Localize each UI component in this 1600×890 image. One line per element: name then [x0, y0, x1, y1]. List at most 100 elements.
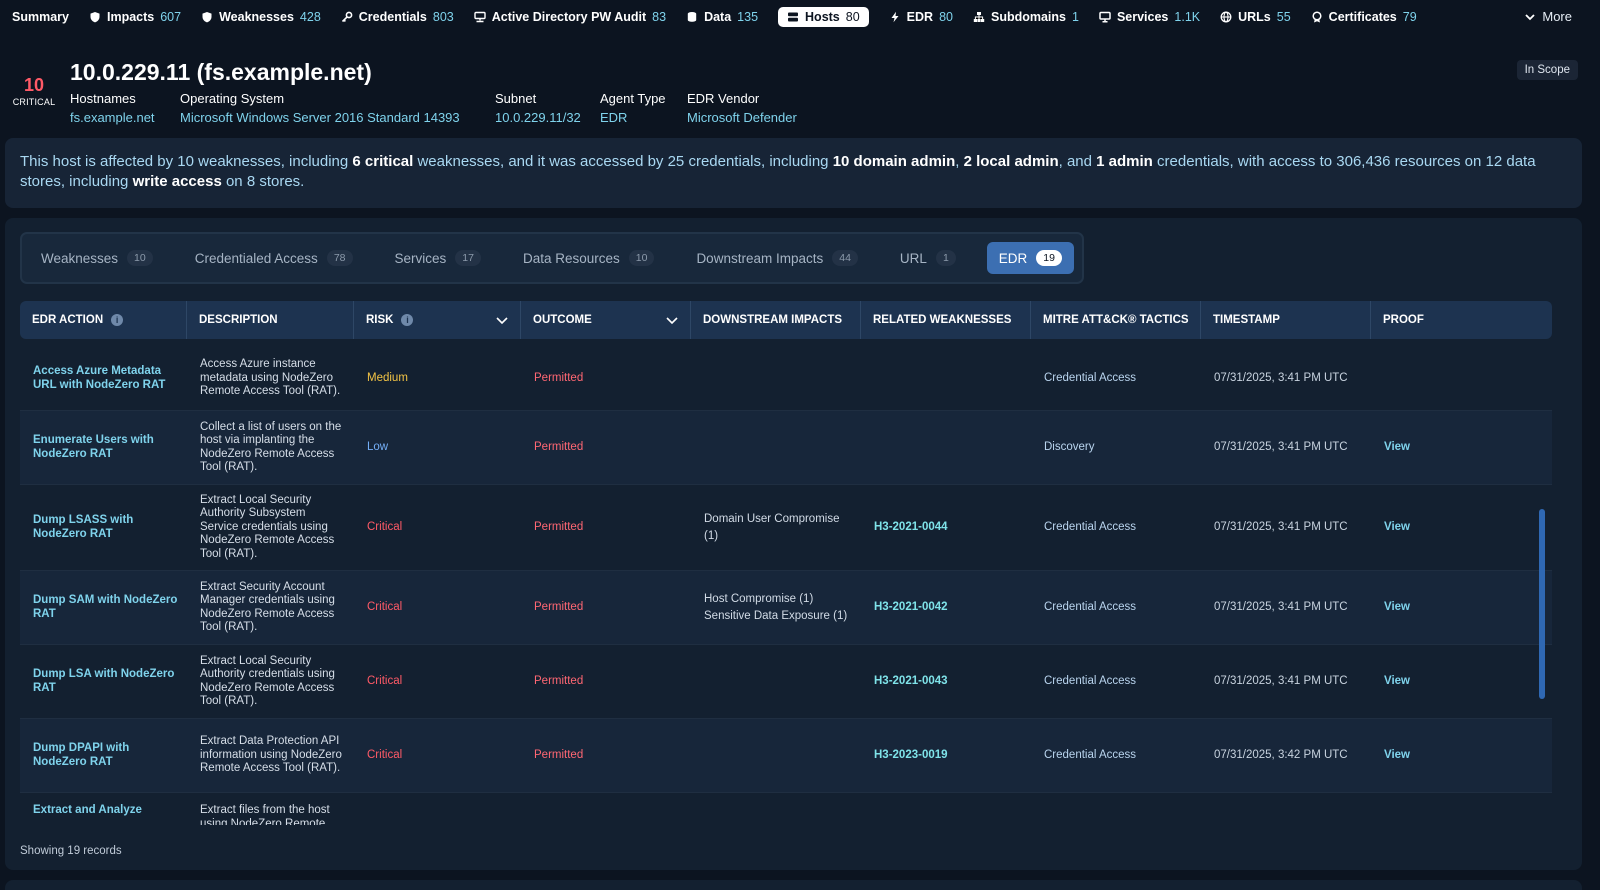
cell-edr-action[interactable]: Dump DPAPI with NodeZero RAT — [20, 719, 187, 792]
col-outcome[interactable]: OUTCOME — [521, 301, 691, 339]
col-related-weaknesses[interactable]: RELATED WEAKNESSES — [861, 301, 1031, 339]
tab-count-badge: 78 — [326, 250, 353, 266]
nav-label: Credentials — [358, 10, 427, 24]
chevron-down-icon[interactable] — [496, 314, 508, 326]
cell-edr-action[interactable]: Dump LSASS with NodeZero RAT — [20, 485, 187, 570]
description-text: Extract Local Security Authority Subsyst… — [200, 493, 335, 560]
proof-view-link[interactable]: View — [1384, 675, 1410, 689]
cell-proof[interactable] — [1371, 347, 1552, 410]
cell-edr-action[interactable]: Dump LSA with NodeZero RAT — [20, 645, 187, 718]
meta-value[interactable]: fs.example.net — [70, 109, 155, 126]
weakness-link[interactable]: H3-2021-0042 — [874, 601, 948, 615]
nav-item-subdomains[interactable]: Subdomains 1 — [973, 10, 1079, 24]
tab-credentialed-access[interactable]: Credentialed Access 78 — [184, 243, 364, 273]
edr-action-link[interactable]: Dump SAM with NodeZero RAT — [33, 594, 179, 621]
table-row[interactable]: Extract and Analyze Extract files from th… — [20, 793, 1552, 825]
cell-related-weakness[interactable]: H3-2023-0019 — [861, 719, 1031, 792]
cell-edr-action[interactable]: Extract and Analyze — [20, 793, 187, 825]
table-row[interactable]: Enumerate Users with NodeZero RAT Collect… — [20, 411, 1552, 485]
cell-proof[interactable]: View — [1371, 571, 1552, 644]
cell-related-weakness[interactable] — [861, 793, 1031, 825]
cell-edr-action[interactable]: Enumerate Users with NodeZero RAT — [20, 411, 187, 484]
more-menu[interactable]: More — [1524, 9, 1572, 24]
tab-downstream-impacts[interactable]: Downstream Impacts 44 — [685, 243, 868, 273]
cell-proof[interactable]: View — [1371, 719, 1552, 792]
tab-data-resources[interactable]: Data Resources 10 — [512, 243, 665, 273]
nav-item-hosts[interactable]: Hosts 80 — [778, 7, 869, 27]
tab-url[interactable]: URL 1 — [889, 243, 967, 273]
edr-action-link[interactable]: Dump LSA with NodeZero RAT — [33, 668, 179, 695]
weakness-link[interactable]: H3-2023-0019 — [874, 749, 948, 763]
nav-item-summary[interactable]: Summary — [12, 10, 69, 24]
chevron-down-icon[interactable] — [666, 314, 678, 326]
nav-item-impacts[interactable]: Impacts 607 — [89, 10, 181, 24]
impact-item[interactable]: Domain User Compromise (1) — [704, 511, 853, 545]
nav-item-active-directory-pw-audit[interactable]: Active Directory PW Audit 83 — [474, 10, 666, 24]
host-summary: This host is affected by 10 weaknesses, … — [5, 138, 1582, 208]
table-row[interactable]: Dump LSA with NodeZero RAT Extract Local … — [20, 645, 1552, 719]
table-row[interactable]: Dump SAM with NodeZero RAT Extract Securi… — [20, 571, 1552, 645]
cell-proof[interactable]: View — [1371, 411, 1552, 484]
weakness-link[interactable]: H3-2021-0043 — [874, 675, 948, 689]
proof-view-link[interactable]: View — [1384, 749, 1410, 763]
nav-item-credentials[interactable]: Credentials 803 — [341, 10, 454, 24]
cell-outcome — [521, 793, 691, 825]
tab-label: EDR — [998, 250, 1028, 266]
tab-edr[interactable]: EDR 19 — [986, 242, 1074, 274]
impact-item[interactable]: Host Compromise (1) — [704, 591, 847, 608]
edr-action-link[interactable]: Dump DPAPI with NodeZero RAT — [33, 742, 179, 769]
cell-edr-action[interactable]: Access Azure Metadata URL with NodeZero … — [20, 347, 187, 410]
info-icon[interactable]: i — [401, 314, 414, 326]
proof-view-link[interactable]: View — [1384, 441, 1410, 455]
tab-services[interactable]: Services 17 — [384, 243, 492, 273]
col-edr-action[interactable]: EDR ACTION i — [20, 301, 187, 339]
edr-action-link[interactable]: Access Azure Metadata URL with NodeZero … — [33, 365, 179, 392]
nav-item-data[interactable]: Data 135 — [686, 10, 758, 24]
cell-downstream-impacts — [691, 719, 861, 792]
cell-related-weakness[interactable] — [861, 347, 1031, 410]
cell-risk: Low — [354, 411, 521, 484]
col-mitre-tactics[interactable]: MITRE ATT&CK® TACTICS — [1031, 301, 1201, 339]
meta-key: EDR Vendor — [687, 91, 760, 106]
cell-risk: Critical — [354, 719, 521, 792]
cell-proof[interactable] — [1371, 793, 1552, 825]
weakness-link[interactable]: H3-2021-0044 — [874, 521, 948, 535]
cell-edr-action[interactable]: Dump SAM with NodeZero RAT — [20, 571, 187, 644]
table-row[interactable]: Dump LSASS with NodeZero RAT Extract Loca… — [20, 485, 1552, 571]
proof-view-link[interactable]: View — [1384, 601, 1410, 615]
cell-related-weakness[interactable]: H3-2021-0044 — [861, 485, 1031, 570]
table-row[interactable]: Access Azure Metadata URL with NodeZero … — [20, 347, 1552, 411]
cell-related-weakness[interactable] — [861, 411, 1031, 484]
col-timestamp[interactable]: TIMESTAMP — [1201, 301, 1371, 339]
edr-action-link[interactable]: Enumerate Users with NodeZero RAT — [33, 434, 179, 461]
col-label: RISK — [366, 314, 394, 326]
col-risk[interactable]: RISK i — [354, 301, 521, 339]
impact-item[interactable]: Sensitive Data Exposure (1) — [704, 608, 847, 625]
cell-related-weakness[interactable]: H3-2021-0043 — [861, 645, 1031, 718]
nav-item-urls[interactable]: URLs 55 — [1220, 10, 1291, 24]
nav-item-weaknesses[interactable]: Weaknesses 428 — [201, 10, 321, 24]
tab-weaknesses[interactable]: Weaknesses 10 — [30, 243, 164, 273]
table-scrollbar[interactable] — [1539, 509, 1545, 699]
col-downstream-impacts[interactable]: DOWNSTREAM IMPACTS — [691, 301, 861, 339]
tab-count-badge: 10 — [127, 250, 153, 266]
cell-proof[interactable]: View — [1371, 485, 1552, 570]
host-detail-panel: Weaknesses 10 Credentialed Access 78 Service… — [5, 218, 1582, 870]
risk-value: Critical — [367, 674, 403, 687]
proof-view-link[interactable]: View — [1384, 521, 1410, 535]
summary-text: on 8 stores. — [221, 173, 305, 190]
nav-item-edr[interactable]: EDR 80 — [889, 10, 953, 24]
edr-action-link[interactable]: Dump LSASS with NodeZero RAT — [33, 514, 179, 541]
cell-related-weakness[interactable]: H3-2021-0042 — [861, 571, 1031, 644]
col-description[interactable]: DESCRIPTION — [187, 301, 354, 339]
col-proof[interactable]: PROOF — [1371, 301, 1552, 339]
cell-proof[interactable]: View — [1371, 645, 1552, 718]
table-row[interactable]: Dump DPAPI with NodeZero RAT Extract Data… — [20, 719, 1552, 793]
table-body[interactable]: Access Azure Metadata URL with NodeZero … — [20, 347, 1552, 825]
info-icon[interactable]: i — [111, 314, 124, 326]
nav-item-services[interactable]: Services 1.1K — [1099, 10, 1200, 24]
edr-action-link[interactable]: Extract and Analyze — [33, 804, 142, 818]
nav-item-certificates[interactable]: Certificates 79 — [1311, 10, 1417, 24]
cell-risk: Critical — [354, 645, 521, 718]
cell-downstream-impacts — [691, 411, 861, 484]
